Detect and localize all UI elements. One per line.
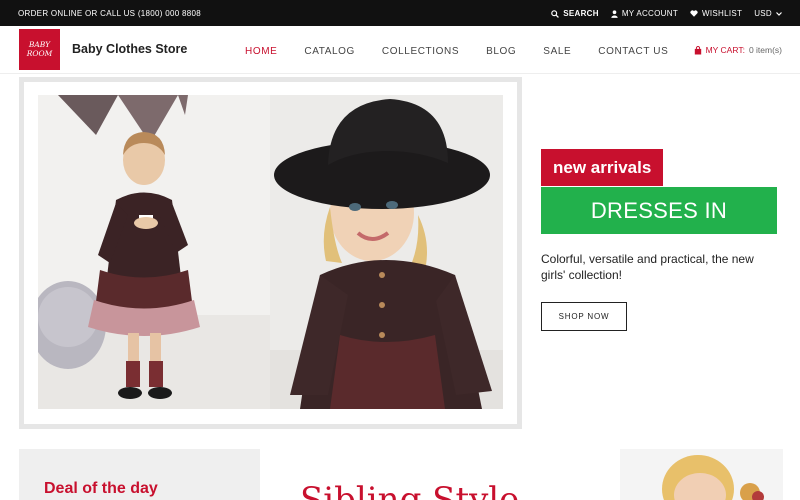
currency-selector[interactable]: USD xyxy=(754,9,782,18)
site-header: BABY ROOM Baby Clothes Store HOME CATALO… xyxy=(0,26,800,74)
account-label: MY ACCOUNT xyxy=(621,9,679,18)
wishlist-label: WISHLIST xyxy=(702,9,743,18)
cart-link[interactable]: MY CART: 0 item(s) xyxy=(694,45,782,55)
nav-sale[interactable]: SALE xyxy=(543,46,571,57)
kid-photo xyxy=(620,449,783,500)
account-link[interactable]: MY ACCOUNT xyxy=(611,9,678,18)
nav-blog[interactable]: BLOG xyxy=(486,46,516,57)
hero-title: DRESSES IN COTTON xyxy=(541,187,777,270)
currency-label: USD xyxy=(754,9,772,18)
wishlist-link[interactable]: WISHLIST xyxy=(690,9,742,18)
user-icon xyxy=(611,9,618,18)
nav-contact-us[interactable]: CONTACT US xyxy=(598,46,668,57)
logo-line-1: BABY xyxy=(28,40,51,49)
search-link[interactable]: SEARCH xyxy=(551,9,599,18)
hero-description: Colorful, versatile and practical, the n… xyxy=(541,252,754,282)
bag-icon xyxy=(694,45,701,54)
hero-photo-girl-hat xyxy=(270,95,503,409)
cart-label: MY CART: xyxy=(705,45,745,55)
cart-count: 0 item(s) xyxy=(748,45,782,55)
girl-standing-illustration xyxy=(38,95,270,409)
logo-line-2: ROOM xyxy=(26,49,53,58)
girl-hat-illustration xyxy=(270,95,503,409)
deal-of-the-day-title: Deal of the day xyxy=(44,480,158,497)
logo[interactable]: BABY ROOM xyxy=(19,29,60,70)
main-nav: HOME CATALOG COLLECTIONS BLOG SALE CONTA… xyxy=(245,46,695,57)
sibling-style-title: Sibling Style xyxy=(300,480,520,500)
promo-text: ORDER ONLINE OR CALL US (1800) 000 8808 xyxy=(18,9,202,18)
nav-catalog[interactable]: CATALOG xyxy=(304,46,355,57)
search-label: SEARCH xyxy=(563,9,599,18)
store-name[interactable]: Baby Clothes Store xyxy=(72,42,187,56)
search-icon xyxy=(551,9,560,18)
hero-photo-girl-standing xyxy=(38,95,270,409)
nav-home[interactable]: HOME xyxy=(245,46,277,57)
shop-now-button[interactable]: SHOP NOW xyxy=(541,302,627,331)
top-tools: SEARCH MY ACCOUNT WISHLIST USD xyxy=(551,9,782,18)
top-bar: ORDER ONLINE OR CALL US (1800) 000 8808 … xyxy=(0,0,800,26)
chevron-down-icon xyxy=(776,11,782,16)
kid-photo-illustration xyxy=(620,449,783,500)
nav-collections[interactable]: COLLECTIONS xyxy=(382,46,459,57)
heart-icon xyxy=(690,10,698,17)
new-arrivals-badge: new arrivals xyxy=(541,149,664,186)
